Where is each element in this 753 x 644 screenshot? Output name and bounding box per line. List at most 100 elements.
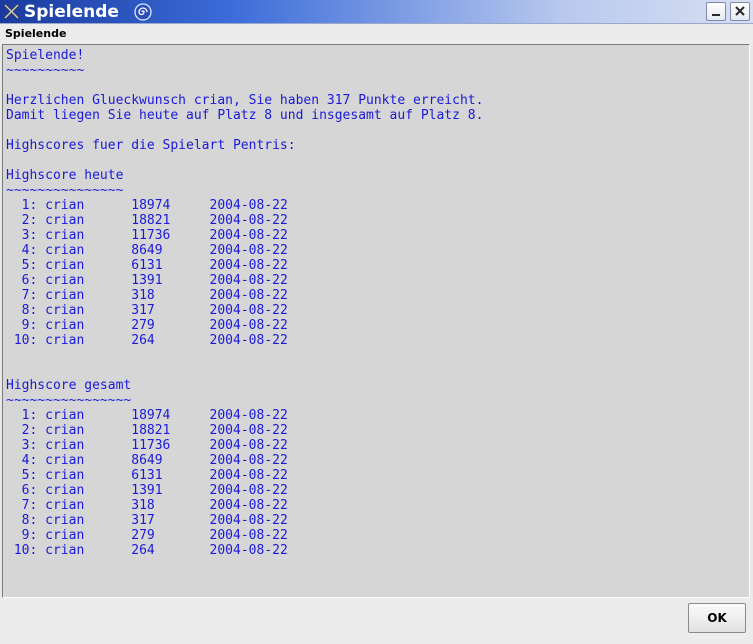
- score-date: 2004-08-22: [209, 198, 288, 213]
- score-row: 3: crian 11736 2004-08-22: [6, 228, 288, 243]
- section-title: Highscore heute: [6, 168, 124, 183]
- score-rank: 1:: [6, 408, 38, 423]
- highscores-intro: Highscores fuer die Spielart Pentris:: [6, 138, 296, 153]
- score-table-today: 1: crian 18974 2004-08-22 2: crian 18821…: [6, 198, 288, 348]
- score-points: 6131: [131, 468, 163, 483]
- ok-button[interactable]: OK: [688, 603, 746, 633]
- score-points: 8649: [131, 453, 163, 468]
- score-player: crian: [45, 198, 85, 213]
- score-player: crian: [45, 453, 85, 468]
- score-rank: 1:: [6, 198, 38, 213]
- score-player: crian: [45, 258, 85, 273]
- score-rank: 5:: [6, 468, 38, 483]
- score-date: 2004-08-22: [209, 408, 288, 423]
- score-player: crian: [45, 543, 85, 558]
- score-player: crian: [45, 468, 85, 483]
- score-row: 4: crian 8649 2004-08-22: [6, 453, 288, 468]
- spiral-app-icon: [133, 2, 153, 22]
- dialog-label: Spielende: [5, 27, 67, 40]
- menu-bar: Spielende: [0, 24, 753, 44]
- score-player: crian: [45, 423, 85, 438]
- score-points: 264: [131, 543, 155, 558]
- score-rank: 4:: [6, 453, 38, 468]
- score-rank: 2:: [6, 423, 38, 438]
- score-date: 2004-08-22: [209, 438, 288, 453]
- section-title: Highscore gesamt: [6, 378, 132, 393]
- minimize-button[interactable]: [706, 2, 726, 21]
- score-rank: 3:: [6, 438, 38, 453]
- score-points: 18821: [131, 423, 171, 438]
- score-table-total: 1: crian 18974 2004-08-22 2: crian 18821…: [6, 408, 288, 558]
- score-points: 18821: [131, 213, 171, 228]
- score-player: crian: [45, 288, 85, 303]
- score-rank: 3:: [6, 228, 38, 243]
- score-player: crian: [45, 438, 85, 453]
- score-row: 2: crian 18821 2004-08-22: [6, 213, 288, 228]
- result-text-area[interactable]: Spielende! ~~~~~~~~~~ Herzlichen Glueckw…: [2, 44, 750, 598]
- x-logo-icon[interactable]: [3, 3, 20, 20]
- score-points: 11736: [131, 438, 171, 453]
- score-points: 318: [131, 288, 155, 303]
- score-rank: 6:: [6, 273, 38, 288]
- score-date: 2004-08-22: [209, 513, 288, 528]
- heading: Spielende!: [6, 48, 85, 63]
- heading-rule: ~~~~~~~~~~: [6, 63, 85, 78]
- score-points: 18974: [131, 198, 171, 213]
- score-rank: 4:: [6, 243, 38, 258]
- congrats-line-2: Damit liegen Sie heute auf Platz 8 und i…: [6, 108, 484, 123]
- score-rank: 7:: [6, 498, 38, 513]
- score-player: crian: [45, 228, 85, 243]
- score-date: 2004-08-22: [209, 543, 288, 558]
- score-rank: 10:: [6, 333, 38, 348]
- title-bar[interactable]: Spielende: [0, 0, 753, 24]
- score-date: 2004-08-22: [209, 498, 288, 513]
- score-rank: 10:: [6, 543, 38, 558]
- score-date: 2004-08-22: [209, 273, 288, 288]
- minimize-icon: [712, 14, 720, 16]
- score-points: 6131: [131, 258, 163, 273]
- close-icon: [735, 6, 745, 16]
- score-points: 279: [131, 318, 155, 333]
- score-date: 2004-08-22: [209, 303, 288, 318]
- score-row: 7: crian 318 2004-08-22: [6, 288, 288, 303]
- score-row: 6: crian 1391 2004-08-22: [6, 483, 288, 498]
- score-date: 2004-08-22: [209, 318, 288, 333]
- score-player: crian: [45, 273, 85, 288]
- score-row: 5: crian 6131 2004-08-22: [6, 258, 288, 273]
- result-text: Spielende! ~~~~~~~~~~ Herzlichen Glueckw…: [6, 48, 483, 558]
- score-date: 2004-08-22: [209, 258, 288, 273]
- score-row: 3: crian 11736 2004-08-22: [6, 438, 288, 453]
- score-date: 2004-08-22: [209, 228, 288, 243]
- score-player: crian: [45, 498, 85, 513]
- score-rank: 2:: [6, 213, 38, 228]
- score-row: 10: crian 264 2004-08-22: [6, 333, 288, 348]
- score-date: 2004-08-22: [209, 528, 288, 543]
- score-player: crian: [45, 318, 85, 333]
- score-rank: 6:: [6, 483, 38, 498]
- score-row: 7: crian 318 2004-08-22: [6, 498, 288, 513]
- score-row: 10: crian 264 2004-08-22: [6, 543, 288, 558]
- score-player: crian: [45, 303, 85, 318]
- score-row: 8: crian 317 2004-08-22: [6, 303, 288, 318]
- score-row: 8: crian 317 2004-08-22: [6, 513, 288, 528]
- score-player: crian: [45, 513, 85, 528]
- score-rank: 7:: [6, 288, 38, 303]
- score-rank: 9:: [6, 318, 38, 333]
- score-rank: 8:: [6, 513, 38, 528]
- score-date: 2004-08-22: [209, 483, 288, 498]
- score-points: 11736: [131, 228, 171, 243]
- score-row: 4: crian 8649 2004-08-22: [6, 243, 288, 258]
- score-date: 2004-08-22: [209, 213, 288, 228]
- congrats-line-1: Herzlichen Glueckwunsch crian, Sie haben…: [6, 93, 484, 108]
- score-date: 2004-08-22: [209, 453, 288, 468]
- score-date: 2004-08-22: [209, 333, 288, 348]
- score-player: crian: [45, 243, 85, 258]
- score-player: crian: [45, 213, 85, 228]
- close-button[interactable]: [730, 2, 750, 21]
- score-points: 8649: [131, 243, 163, 258]
- score-date: 2004-08-22: [209, 468, 288, 483]
- score-row: 1: crian 18974 2004-08-22: [6, 198, 288, 213]
- score-player: crian: [45, 528, 85, 543]
- button-bar: [0, 598, 753, 644]
- score-points: 1391: [131, 273, 163, 288]
